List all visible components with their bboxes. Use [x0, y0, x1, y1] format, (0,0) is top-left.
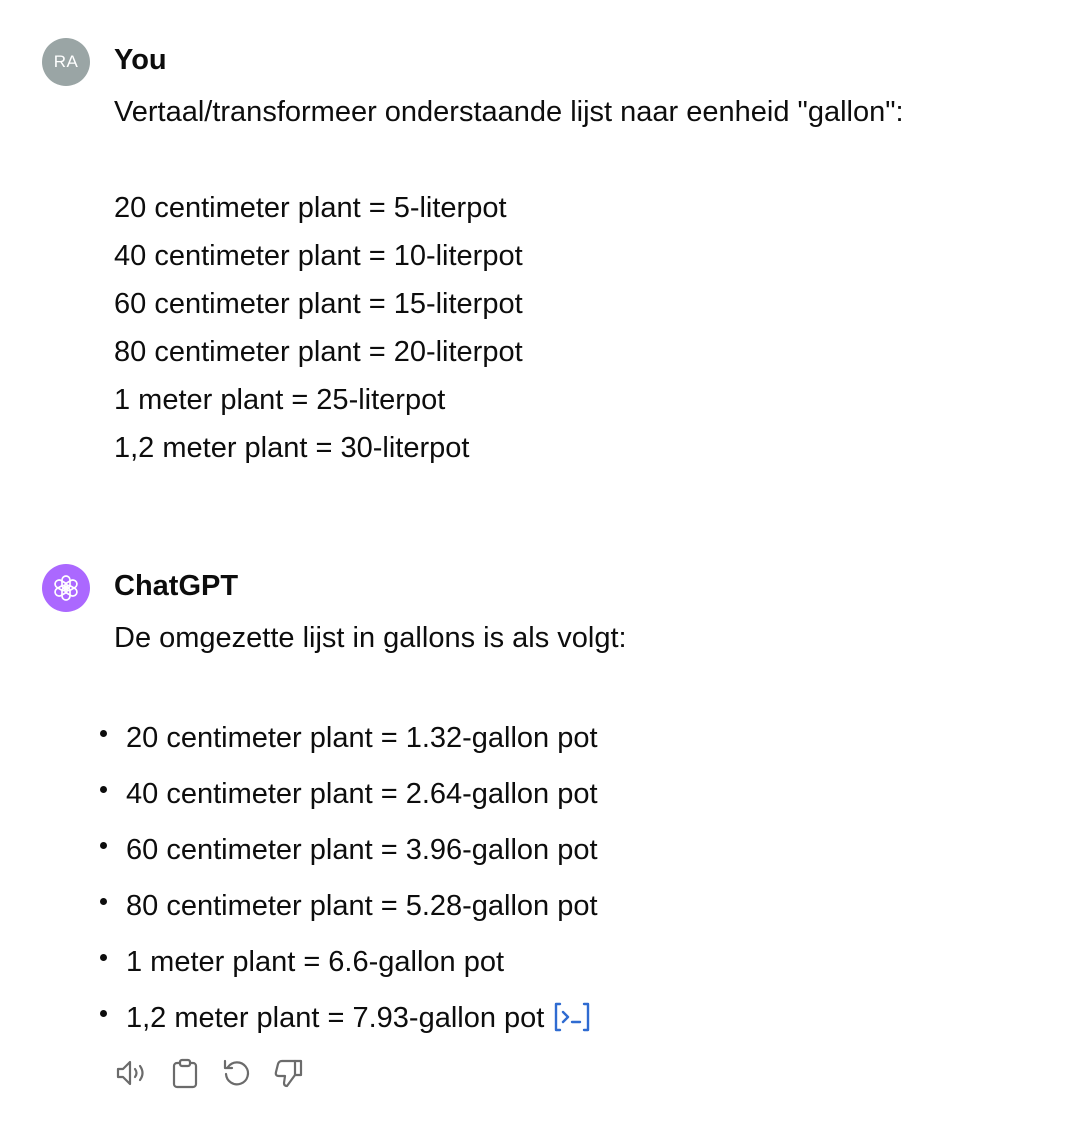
list-item-text: 1,2 meter plant = 7.93-gallon pot	[126, 1002, 545, 1034]
list-item-text: 40 centimeter plant = 2.64-gallon pot	[126, 778, 598, 810]
user-message-line: 60 centimeter plant = 15-literpot	[114, 288, 523, 320]
list-item: 1 meter plant = 6.6-gallon pot	[98, 934, 598, 990]
bullet-icon	[100, 1010, 107, 1017]
list-item: 60 centimeter plant = 3.96-gallon pot	[98, 822, 598, 878]
assistant-author-name: ChatGPT	[114, 570, 239, 602]
thumbs-down-button[interactable]	[270, 1054, 308, 1092]
read-aloud-icon	[116, 1060, 144, 1086]
user-message-line: 1,2 meter plant = 30-literpot	[114, 432, 470, 464]
user-author-name: You	[114, 44, 167, 76]
list-item-text: 1 meter plant = 6.6-gallon pot	[126, 946, 505, 978]
message-actions	[114, 1054, 308, 1092]
openai-logo-icon	[54, 575, 78, 601]
list-item: 80 centimeter plant = 5.28-gallon pot	[98, 878, 598, 934]
bullet-icon	[100, 954, 107, 961]
bullet-icon	[100, 898, 107, 905]
bullet-icon	[100, 786, 107, 793]
read-aloud-button[interactable]	[114, 1054, 152, 1092]
user-message-line: 20 centimeter plant = 5-literpot	[114, 192, 507, 224]
view-analysis-code-icon[interactable]	[552, 996, 592, 1052]
bullet-icon	[100, 730, 107, 737]
user-message-line: 40 centimeter plant = 10-literpot	[114, 240, 523, 272]
copy-button[interactable]	[166, 1054, 204, 1092]
assistant-message-intro: De omgezette lijst in gallons is als vol…	[114, 622, 627, 654]
list-item-text: 20 centimeter plant = 1.32-gallon pot	[126, 722, 598, 754]
user-avatar: RA	[42, 38, 90, 86]
conversion-list: 20 centimeter plant = 1.32-gallon pot 40…	[98, 710, 598, 1052]
user-message-intro: Vertaal/transformeer onderstaande lijst …	[114, 96, 904, 128]
user-message-line: 1 meter plant = 25-literpot	[114, 384, 446, 416]
regenerate-icon	[223, 1059, 250, 1086]
regenerate-button[interactable]	[218, 1054, 256, 1092]
list-item: 20 centimeter plant = 1.32-gallon pot	[98, 710, 598, 766]
list-item-text: 60 centimeter plant = 3.96-gallon pot	[126, 834, 598, 866]
assistant-avatar	[42, 564, 90, 612]
list-item: 40 centimeter plant = 2.64-gallon pot	[98, 766, 598, 822]
bullet-icon	[100, 842, 107, 849]
copy-icon	[172, 1058, 198, 1089]
user-avatar-initials: RA	[53, 52, 79, 71]
list-item: 1,2 meter plant = 7.93-gallon pot	[98, 990, 598, 1052]
assistant-message-content: De omgezette lijst in gallons is als vol…	[114, 614, 627, 662]
thumbs-down-icon	[274, 1059, 303, 1088]
list-item-text: 80 centimeter plant = 5.28-gallon pot	[126, 890, 598, 922]
user-message-line: 80 centimeter plant = 20-literpot	[114, 336, 523, 368]
user-message-content: Vertaal/transformeer onderstaande lijst …	[114, 88, 904, 472]
